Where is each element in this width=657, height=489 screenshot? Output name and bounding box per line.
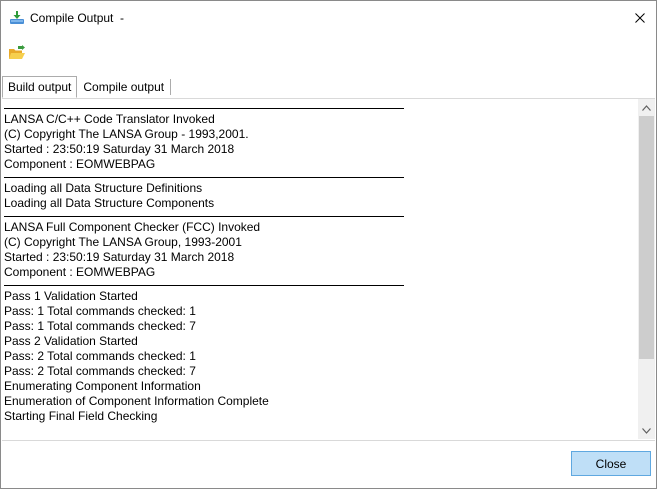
tab-bar: Build output Compile output — [2, 76, 172, 98]
vertical-scrollbar[interactable] — [638, 99, 655, 439]
footer-divider — [2, 440, 655, 441]
log-line: Loading all Data Structure Definitions — [4, 181, 203, 195]
log-line: Enumerating Component Information — [4, 379, 201, 393]
output-log: LANSA C/C++ Code Translator Invoked (C) … — [4, 103, 634, 424]
log-line: Starting Final Field Checking — [4, 409, 158, 423]
log-line: Component : EOMWEBPAG — [4, 157, 156, 171]
chevron-down-icon — [642, 427, 651, 434]
log-line: Loading all Data Structure Components — [4, 196, 215, 210]
log-line: Enumeration of Component Information Com… — [4, 394, 269, 408]
build-output-pane[interactable]: LANSA C/C++ Code Translator Invoked (C) … — [2, 98, 655, 440]
chevron-up-icon — [642, 104, 651, 111]
open-folder-button[interactable] — [8, 45, 26, 61]
compile-output-window: Compile Output - Build output Compile ou… — [0, 0, 657, 489]
log-line: LANSA C/C++ Code Translator Invoked — [4, 112, 215, 126]
log-line: Pass: 1 Total commands checked: 1 — [4, 304, 196, 318]
tab-build-output[interactable]: Build output — [2, 76, 78, 98]
close-button[interactable]: Close — [571, 451, 651, 476]
tab-compile-output[interactable]: Compile output — [77, 76, 170, 98]
log-line: (C) Copyright The LANSA Group, 1993-2001 — [4, 235, 242, 249]
log-line: Pass 1 Validation Started — [4, 289, 138, 303]
scroll-up-button[interactable] — [638, 99, 655, 116]
window-title: Compile Output - — [30, 11, 125, 25]
log-line: Pass: 2 Total commands checked: 7 — [4, 364, 196, 378]
separator-line — [4, 108, 404, 109]
separator-line — [4, 285, 404, 286]
title-bar: Compile Output - — [1, 1, 656, 35]
log-line: Pass 2 Validation Started — [4, 334, 138, 348]
log-line: Pass: 2 Total commands checked: 1 — [4, 349, 196, 363]
separator-line — [4, 177, 404, 178]
scroll-thumb[interactable] — [639, 116, 654, 359]
log-line: Started : 23:50:19 Saturday 31 March 201… — [4, 250, 235, 264]
separator-line — [4, 216, 404, 217]
open-folder-icon — [9, 45, 25, 59]
download-icon — [9, 10, 25, 26]
log-line: Pass: 1 Total commands checked: 7 — [4, 319, 196, 333]
log-line: LANSA Full Component Checker (FCC) Invok… — [4, 220, 261, 234]
scroll-down-button[interactable] — [638, 422, 655, 439]
log-line: Started : 23:50:19 Saturday 31 March 201… — [4, 142, 235, 156]
log-line: (C) Copyright The LANSA Group - 1993,200… — [4, 127, 249, 141]
window-close-button[interactable] — [628, 7, 652, 29]
tab-divider — [170, 79, 172, 95]
close-icon — [635, 13, 645, 23]
log-line: Component : EOMWEBPAG — [4, 265, 156, 279]
